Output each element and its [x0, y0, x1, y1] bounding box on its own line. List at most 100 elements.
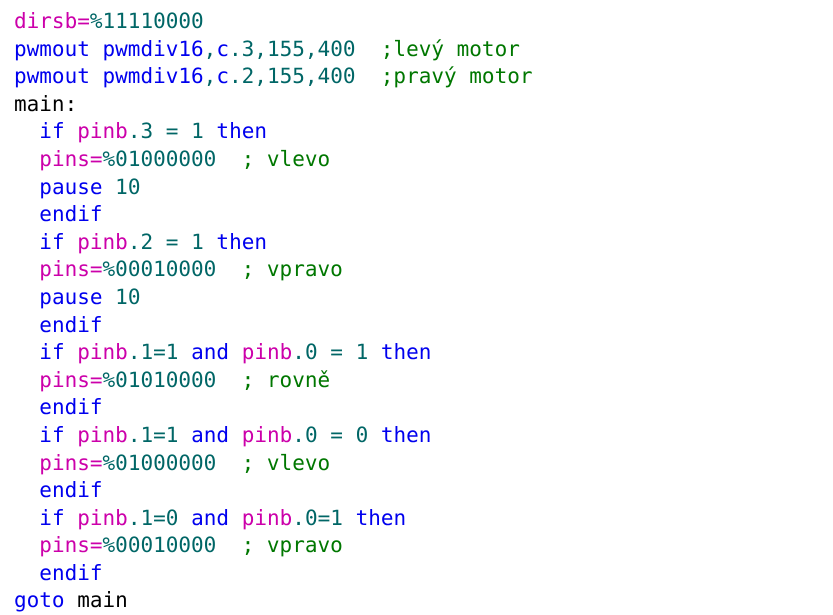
code-token-keyword: if: [39, 340, 65, 365]
code-token-ident: pins: [39, 367, 90, 392]
code-token-comment: ; vlevo: [241, 450, 331, 475]
code-token-number: 1: [165, 340, 179, 365]
code-line[interactable]: pins=%01000000 ; vlevo: [14, 146, 533, 174]
code-token-keyword: endif: [39, 202, 103, 227]
code-token-keyword: and: [191, 422, 230, 447]
code-token-keyword: if: [39, 229, 65, 254]
code-token-number: .: [127, 422, 141, 447]
code-token-number: 1: [355, 340, 369, 365]
code-token-ident: pinb: [241, 505, 293, 530]
code-line[interactable]: endif: [14, 477, 533, 505]
code-token-keyword: then: [380, 422, 432, 447]
code-token-keyword: and: [191, 340, 230, 365]
code-token-number: =: [330, 422, 343, 447]
code-token-number: %00010000: [102, 533, 217, 558]
code-token-number: %01010000: [102, 367, 217, 392]
code-token-number: =: [165, 229, 179, 254]
code-token-keyword: then: [380, 340, 432, 365]
code-token-number: 0: [304, 422, 318, 447]
code-line[interactable]: endif: [14, 394, 533, 422]
code-token-plain: main:: [14, 91, 78, 116]
code-token-number: ,: [203, 64, 217, 89]
code-line[interactable]: if pinb.1=1 and pinb.0 = 0 then: [14, 422, 533, 450]
code-line[interactable]: pins=%01010000 ; rovně: [14, 367, 533, 395]
code-token-number: 1: [140, 340, 154, 365]
code-token-keyword: pwmout: [14, 36, 90, 61]
code-token-keyword: if: [39, 505, 65, 530]
code-line[interactable]: pins=%00010000 ; vpravo: [14, 532, 533, 560]
code-token-ident: pins: [39, 450, 90, 475]
code-token-number: =: [330, 340, 343, 365]
code-line[interactable]: pins=%01000000 ; vlevo: [14, 450, 533, 478]
code-token-keyword: pause: [39, 284, 103, 309]
code-token-ident: =: [77, 9, 90, 33]
code-line[interactable]: pause 10: [14, 174, 533, 202]
code-token-number: ,: [203, 36, 217, 61]
code-token-keyword: then: [216, 229, 267, 254]
code-token-keyword: endif: [39, 478, 103, 503]
code-token-ident: =: [89, 146, 103, 171]
code-token-keyword: endif: [39, 312, 103, 337]
code-line[interactable]: pause 10: [14, 284, 533, 312]
code-token-number: =: [165, 119, 179, 144]
code-line[interactable]: pwmout pwmdiv16,c.3,155,400 ;levý motor: [14, 36, 533, 64]
code-line[interactable]: goto main: [14, 587, 533, 615]
code-token-keyword: c: [216, 64, 229, 89]
code-token-number: %00010000: [102, 257, 217, 282]
code-token-number: .: [127, 119, 141, 144]
code-line[interactable]: if pinb.1=0 and pinb.0=1 then: [14, 505, 533, 533]
code-token-number: =: [153, 422, 166, 447]
code-line[interactable]: endif: [14, 201, 533, 229]
code-token-ident: pinb: [241, 422, 293, 447]
code-token-number: 1: [191, 119, 204, 144]
code-line[interactable]: if pinb.3 = 1 then: [14, 118, 533, 146]
code-line[interactable]: if pinb.1=1 and pinb.0 = 1 then: [14, 339, 533, 367]
code-token-number: 1: [191, 229, 204, 254]
code-token-number: 10: [115, 174, 141, 199]
code-token-number: ,: [304, 36, 318, 61]
code-token-ident: dirsb: [14, 9, 78, 33]
code-token-comment: ; vlevo: [241, 146, 331, 171]
code-line[interactable]: pins=%00010000 ; vpravo: [14, 256, 533, 284]
code-line[interactable]: endif: [14, 312, 533, 340]
code-listing[interactable]: dirsb=%11110000 pwmout pwmdiv16,c.3,155,4…: [14, 8, 533, 615]
code-line[interactable]: main:: [14, 91, 533, 119]
code-line[interactable]: dirsb=%11110000: [14, 8, 533, 36]
code-token-keyword: c: [216, 36, 229, 61]
code-line[interactable]: pwmout pwmdiv16,c.2,155,400 ;pravý motor: [14, 63, 533, 91]
code-token-keyword: endif: [39, 560, 103, 585]
code-line[interactable]: if pinb.2 = 1 then: [14, 229, 533, 257]
code-token-number: 1: [330, 505, 343, 530]
code-token-number: .: [127, 505, 141, 530]
code-line[interactable]: endif: [14, 560, 533, 588]
code-token-ident: pinb: [77, 119, 128, 144]
code-token-number: =: [153, 340, 166, 365]
